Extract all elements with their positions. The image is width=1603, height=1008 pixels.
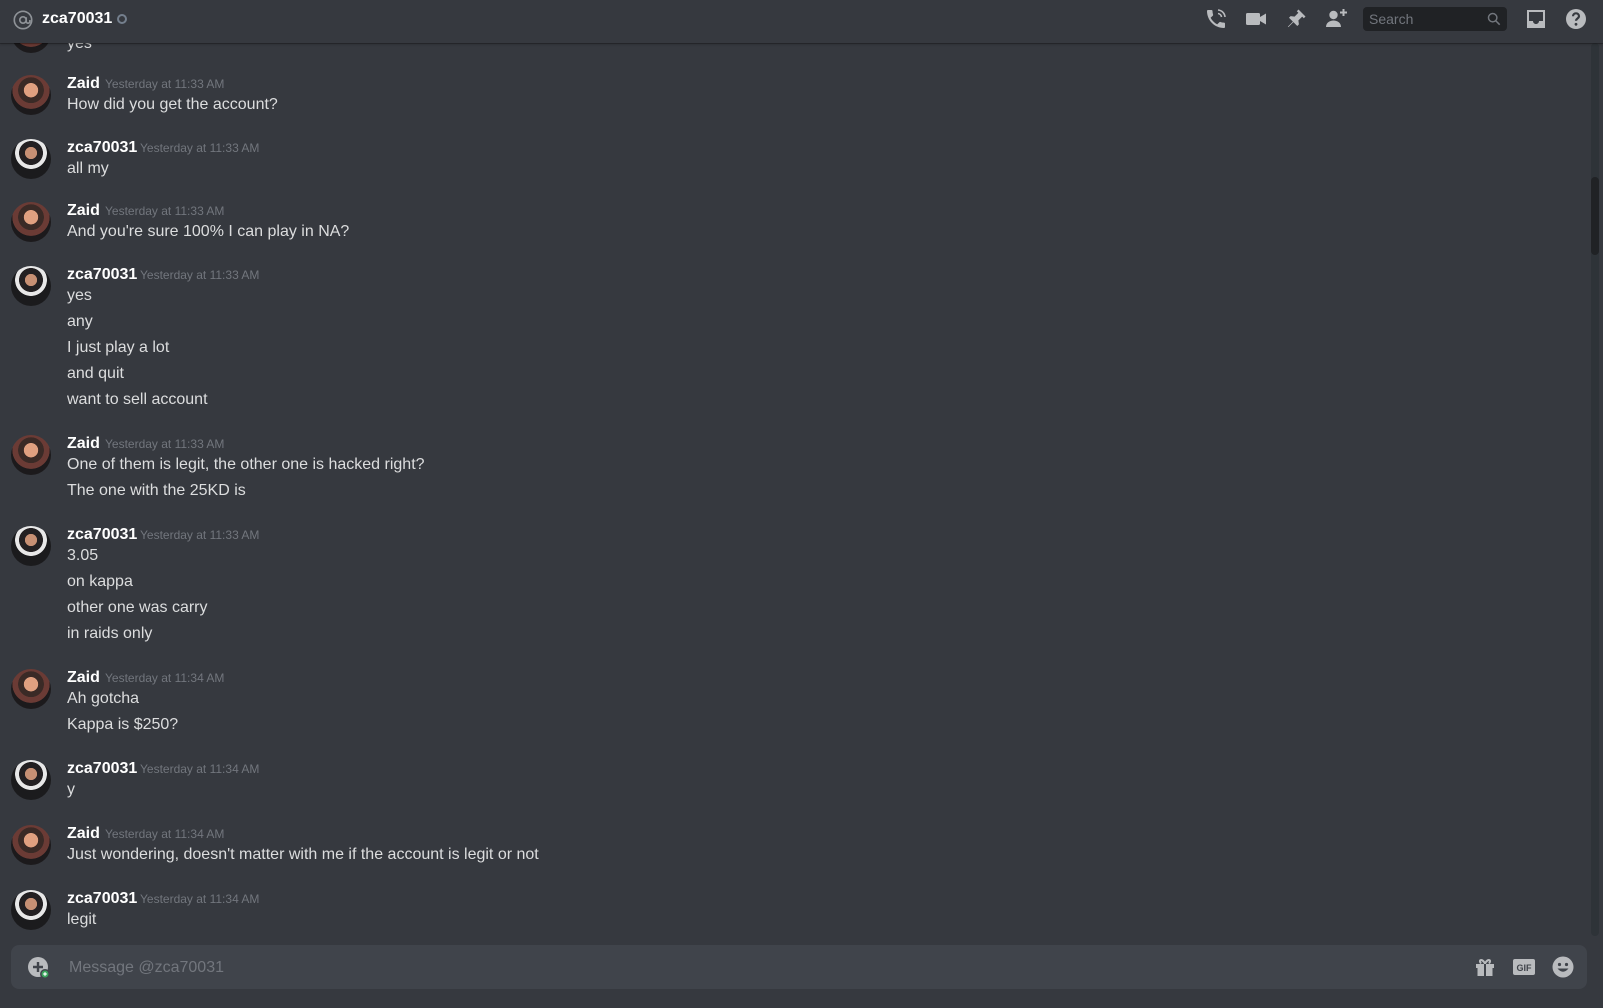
status-offline-icon: [117, 14, 127, 24]
message-text: other one was carry: [67, 599, 208, 616]
message-text: yes: [67, 43, 92, 52]
gif-icon[interactable]: GIF: [1512, 955, 1536, 979]
message-text: legit: [67, 911, 97, 928]
avatar[interactable]: [11, 139, 51, 179]
message-timestamp: Yesterday at 11:33 AM: [140, 268, 260, 282]
add-friend-icon[interactable]: [1324, 7, 1348, 31]
message-author[interactable]: Zaid: [67, 433, 100, 455]
gift-icon[interactable]: [1473, 955, 1497, 979]
avatar[interactable]: [11, 669, 51, 709]
message-author[interactable]: Zaid: [67, 667, 100, 689]
channel-header: zca70031: [0, 0, 1603, 43]
message-author[interactable]: Zaid: [67, 200, 100, 222]
avatar[interactable]: [11, 760, 51, 800]
search-icon: [1487, 12, 1501, 26]
video-call-icon[interactable]: [1244, 7, 1268, 31]
message-timestamp: Yesterday at 11:33 AM: [140, 141, 260, 155]
avatar[interactable]: [11, 202, 51, 242]
message-text: in raids only: [67, 625, 153, 642]
message-timestamp: Yesterday at 11:33 AM: [105, 77, 225, 91]
message-composer: GIF: [11, 945, 1587, 991]
inbox-icon[interactable]: [1524, 7, 1548, 31]
avatar[interactable]: [11, 43, 51, 53]
message-timestamp: Yesterday at 11:33 AM: [140, 528, 260, 542]
message-text: and quit: [67, 365, 124, 382]
message-list[interactable]: yes Zaid Yesterday at 11:33 AM How did y…: [0, 43, 1590, 941]
message-text: One of them is legit, the other one is h…: [67, 456, 425, 473]
message-text: Kappa is $250?: [67, 716, 179, 733]
message-author[interactable]: zca70031: [67, 758, 137, 780]
message-timestamp: Yesterday at 11:33 AM: [105, 437, 225, 451]
message-timestamp: Yesterday at 11:33 AM: [105, 204, 225, 218]
message-timestamp: Yesterday at 11:34 AM: [140, 762, 260, 776]
pin-icon[interactable]: [1284, 7, 1308, 31]
message-timestamp: Yesterday at 11:34 AM: [105, 827, 225, 841]
scrollbar-thumb[interactable]: [1591, 177, 1599, 255]
avatar[interactable]: [11, 890, 51, 930]
message-text: any: [67, 313, 93, 330]
dm-chat-window: zca70031 yes: [0, 0, 1603, 1008]
message-author[interactable]: zca70031: [67, 888, 137, 910]
channel-name: zca70031: [42, 10, 113, 27]
at-icon: [12, 9, 34, 31]
message-author[interactable]: zca70031: [67, 264, 137, 286]
avatar[interactable]: [11, 435, 51, 475]
message-author[interactable]: zca70031: [67, 137, 137, 159]
message-text: 3.05: [67, 547, 99, 564]
message-input[interactable]: [67, 945, 1451, 991]
emoji-icon[interactable]: [1551, 955, 1575, 979]
help-icon[interactable]: [1564, 7, 1588, 31]
message-text: And you're sure 100% I can play in NA?: [67, 223, 350, 240]
search-input[interactable]: [1363, 7, 1487, 31]
avatar[interactable]: [11, 266, 51, 306]
message-author[interactable]: zca70031: [67, 524, 137, 546]
message-text: want to sell account: [67, 391, 208, 408]
message-text: Just wondering, doesn't matter with me i…: [67, 846, 539, 863]
avatar[interactable]: [11, 825, 51, 865]
message-text: How did you get the account?: [67, 96, 278, 113]
svg-text:GIF: GIF: [1517, 963, 1533, 973]
message-timestamp: Yesterday at 11:34 AM: [140, 892, 260, 906]
message-text: on kappa: [67, 573, 133, 590]
avatar[interactable]: [11, 75, 51, 115]
message-text: Ah gotcha: [67, 690, 140, 707]
message-text: The one with the 25KD is: [67, 482, 246, 499]
avatar[interactable]: [11, 526, 51, 566]
voice-call-icon[interactable]: [1204, 7, 1228, 31]
message-text: y: [67, 781, 75, 798]
message-author[interactable]: Zaid: [67, 823, 100, 845]
message-text: all my: [67, 160, 109, 177]
message-timestamp: Yesterday at 11:34 AM: [105, 671, 225, 685]
search-box[interactable]: [1363, 7, 1507, 31]
upload-plus-icon[interactable]: [26, 955, 50, 979]
message-text: I just play a lot: [67, 339, 170, 356]
message-author[interactable]: Zaid: [67, 73, 100, 95]
message-text: yes: [67, 287, 92, 304]
